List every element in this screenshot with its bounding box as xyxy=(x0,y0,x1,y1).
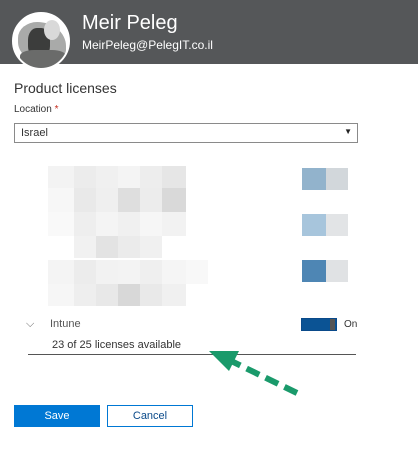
intune-toggle-state: On xyxy=(344,319,358,330)
toggle-knob xyxy=(330,319,335,330)
intune-toggle[interactable] xyxy=(301,318,337,331)
user-name: Meir Peleg xyxy=(82,12,178,34)
licenses-available-text: 23 of 25 licenses available xyxy=(52,339,182,351)
section-title: Product licenses xyxy=(14,80,117,96)
save-button[interactable]: Save xyxy=(14,405,100,427)
intune-label: Intune xyxy=(50,318,81,330)
cancel-button[interactable]: Cancel xyxy=(107,405,193,427)
avatar[interactable] xyxy=(12,12,70,70)
location-label-text: Location xyxy=(14,104,52,115)
user-email: MeirPeleg@PelegIT.co.il xyxy=(82,38,213,52)
chevron-down-icon[interactable]: ⌵ xyxy=(26,318,34,331)
required-mark: * xyxy=(54,104,59,115)
chevron-down-icon: ▼ xyxy=(344,127,352,136)
divider xyxy=(28,354,356,355)
location-select-value: Israel xyxy=(21,127,48,139)
account-header: Meir Peleg MeirPeleg@PelegIT.co.il xyxy=(0,0,418,70)
location-select[interactable]: Israel ▼ xyxy=(14,123,358,143)
location-label: Location * xyxy=(14,104,59,115)
annotation-arrow-icon xyxy=(209,351,299,396)
